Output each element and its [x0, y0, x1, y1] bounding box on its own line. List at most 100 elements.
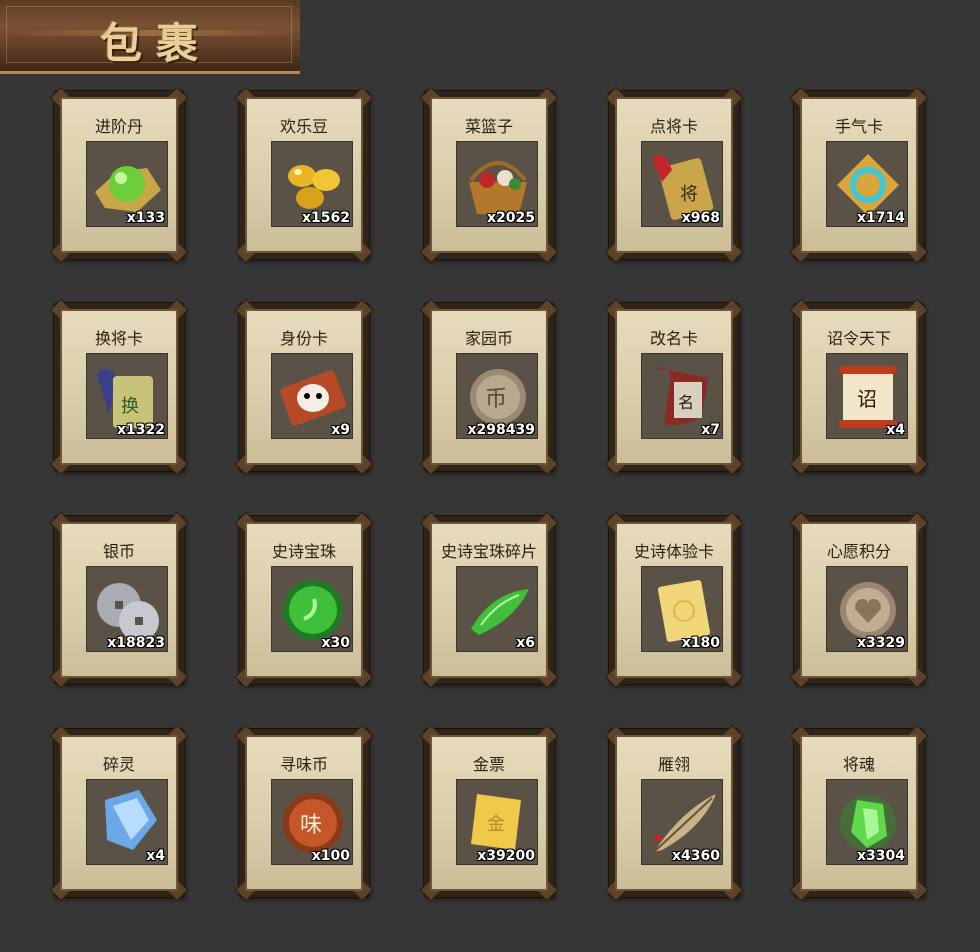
item-slot[interactable]: 手气卡 x1714	[789, 86, 929, 264]
item-slot[interactable]: 换将卡换 x1322	[49, 298, 189, 476]
item-card-paper: 碎灵 x4	[60, 735, 178, 891]
item-slot[interactable]: 身份卡 x9	[234, 298, 374, 476]
item-card-paper: 手气卡 x1714	[800, 97, 918, 253]
item-card-paper: 欢乐豆 x1562	[245, 97, 363, 253]
item-count: x3329	[857, 635, 905, 651]
item-slot[interactable]: 史诗宝珠 x30	[234, 511, 374, 689]
item-card-paper: 银币 x18823	[60, 522, 178, 678]
item-count: x6	[516, 635, 535, 651]
item-name: 手气卡	[834, 117, 883, 136]
svg-text:诏: 诏	[857, 387, 877, 411]
item-slot[interactable]: 寻味币味 x100	[234, 724, 374, 902]
item-slot[interactable]: 欢乐豆 x1562	[234, 86, 374, 264]
item-count: x7	[701, 422, 720, 438]
item-card-paper: 身份卡 x9	[245, 309, 363, 465]
item-name: 史诗宝珠	[271, 542, 336, 561]
item-slot[interactable]: 家园币币 x298439	[419, 298, 559, 476]
edict-scroll-icon: 诏 x4	[826, 353, 908, 439]
inventory-grid: 进阶丹 x133 欢乐豆 x1562 菜篮子 x2025 点将卡将 x968 手气卡 x1714 换…	[0, 0, 980, 952]
item-name: 碎灵	[102, 755, 135, 774]
item-count: x4	[886, 422, 905, 438]
item-slot[interactable]: 点将卡将 x968	[604, 86, 744, 264]
item-name: 史诗宝珠碎片	[440, 542, 537, 561]
item-count: x1562	[302, 210, 350, 226]
item-count: x968	[681, 210, 720, 226]
item-card-paper: 点将卡将 x968	[615, 97, 733, 253]
soul-gem-icon: x3304	[826, 779, 908, 865]
item-name: 换将卡	[94, 329, 143, 348]
item-card-paper: 进阶丹 x133	[60, 97, 178, 253]
spirit-crystal-icon: x4	[86, 779, 168, 865]
item-slot[interactable]: 进阶丹 x133	[49, 86, 189, 264]
item-count: x1322	[117, 422, 165, 438]
item-card-paper: 换将卡换 x1322	[60, 309, 178, 465]
svg-text:金: 金	[487, 814, 505, 835]
swap-card-icon: 换 x1322	[86, 353, 168, 439]
svg-text:将: 将	[680, 184, 698, 205]
item-card-paper: 寻味币味 x100	[245, 735, 363, 891]
item-count: x9	[331, 422, 350, 438]
item-card-paper: 将魂 x3304	[800, 735, 918, 891]
item-count: x18823	[107, 635, 165, 651]
item-card-paper: 家园币币 x298439	[430, 309, 548, 465]
item-count: x4	[146, 848, 165, 864]
item-card-paper: 金票金 x39200	[430, 735, 548, 891]
item-name: 史诗体验卡	[633, 542, 714, 561]
item-name: 点将卡	[649, 117, 698, 136]
silver-coins-icon: x18823	[86, 566, 168, 652]
item-card-paper: 改名卡名 x7	[615, 309, 733, 465]
item-count: x100	[311, 848, 350, 864]
item-card-paper: 史诗宝珠 x30	[245, 522, 363, 678]
item-count: x2025	[487, 210, 535, 226]
item-name: 家园币	[464, 329, 513, 348]
item-name: 将魂	[842, 755, 875, 774]
item-slot[interactable]: 碎灵 x4	[49, 724, 189, 902]
item-name: 进阶丹	[94, 117, 143, 136]
trial-card-icon: x180	[641, 566, 723, 652]
item-slot[interactable]: 雁翎 x4360	[604, 724, 744, 902]
item-card-paper: 雁翎 x4360	[615, 735, 733, 891]
item-card-paper: 史诗体验卡 x180	[615, 522, 733, 678]
gold-beans-icon: x1562	[271, 141, 353, 227]
item-slot[interactable]: 史诗体验卡 x180	[604, 511, 744, 689]
item-slot[interactable]: 将魂 x3304	[789, 724, 929, 902]
item-count: x4360	[672, 848, 720, 864]
svg-text:名: 名	[678, 393, 694, 412]
svg-text:换: 换	[121, 396, 139, 417]
item-card-paper: 菜篮子 x2025	[430, 97, 548, 253]
svg-text:币: 币	[485, 387, 507, 412]
item-slot[interactable]: 改名卡名 x7	[604, 298, 744, 476]
gold-ticket-icon: 金 x39200	[456, 779, 538, 865]
item-name: 心愿积分	[826, 542, 891, 561]
item-count: x133	[126, 210, 165, 226]
item-name: 金票	[472, 755, 505, 774]
item-slot[interactable]: 菜篮子 x2025	[419, 86, 559, 264]
item-slot[interactable]: 银币 x18823	[49, 511, 189, 689]
item-card-paper: 心愿积分 x3329	[800, 522, 918, 678]
svg-text:味: 味	[300, 813, 322, 838]
item-name: 改名卡	[649, 329, 698, 348]
jade-orb-icon: x133	[86, 141, 168, 227]
item-count: x1714	[857, 210, 905, 226]
feather-icon: x4360	[641, 779, 723, 865]
flower-basket-icon: x2025	[456, 141, 538, 227]
item-count: x180	[681, 635, 720, 651]
flavor-coin-icon: 味 x100	[271, 779, 353, 865]
orb-shard-icon: x6	[456, 566, 538, 652]
item-slot[interactable]: 金票金 x39200	[419, 724, 559, 902]
item-slot[interactable]: 心愿积分 x3329	[789, 511, 929, 689]
item-name: 银币	[102, 542, 135, 561]
luck-card-icon: x1714	[826, 141, 908, 227]
item-card-paper: 史诗宝珠碎片 x6	[430, 522, 548, 678]
item-card-paper: 诏令天下诏 x4	[800, 309, 918, 465]
item-name: 菜篮子	[464, 117, 513, 136]
item-count: x3304	[857, 848, 905, 864]
item-count: x30	[321, 635, 350, 651]
mask-card-icon: x9	[271, 353, 353, 439]
item-slot[interactable]: 史诗宝珠碎片 x6	[419, 511, 559, 689]
item-name: 雁翎	[657, 755, 690, 774]
wish-coin-icon: x3329	[826, 566, 908, 652]
general-card-icon: 将 x968	[641, 141, 723, 227]
item-slot[interactable]: 诏令天下诏 x4	[789, 298, 929, 476]
epic-orb-icon: x30	[271, 566, 353, 652]
